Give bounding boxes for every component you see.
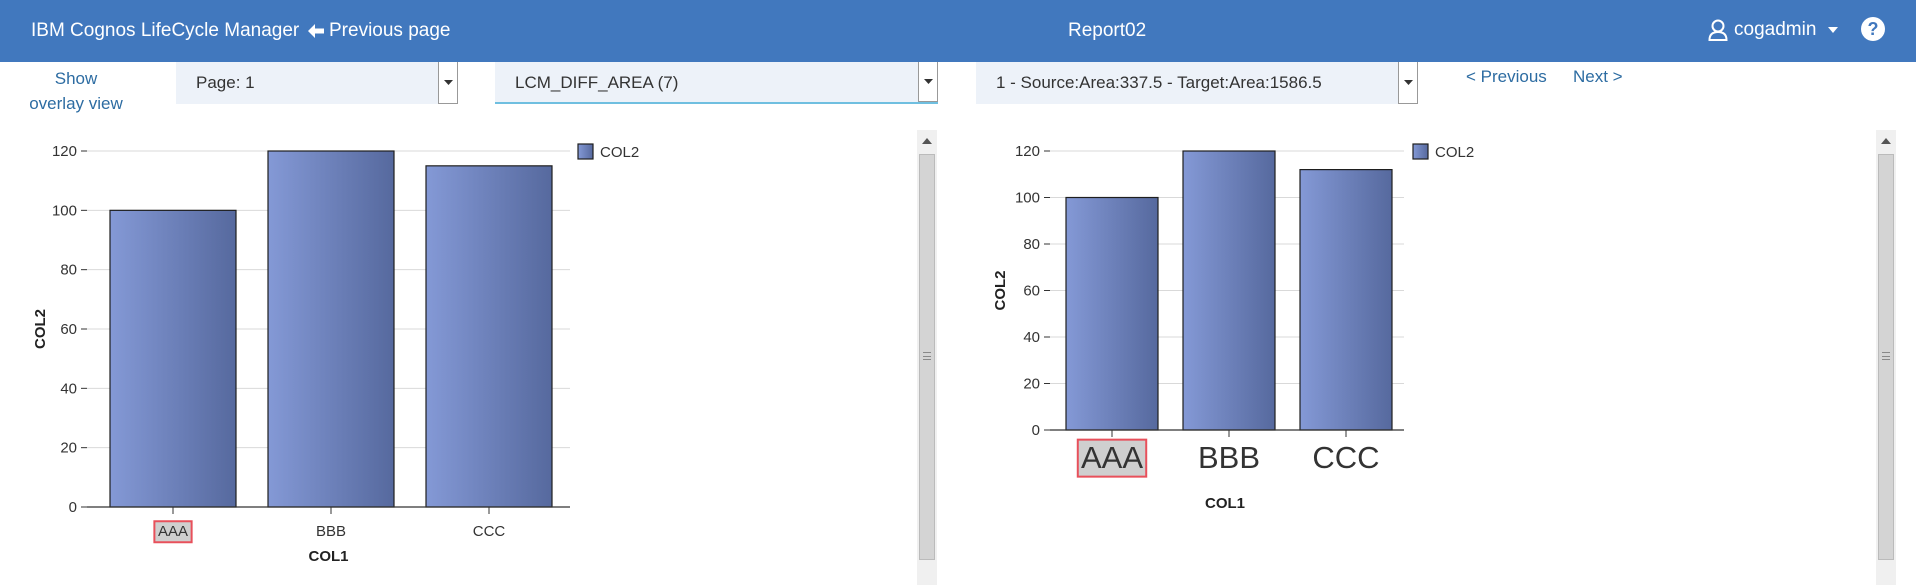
target-bar-chart: 0 20 40 60 80 100 120 AAA BBB CCC COL1 COL2 COL2 bbox=[992, 143, 1474, 512]
grip-icon bbox=[923, 352, 931, 360]
target-y-tick-label: 20 bbox=[1023, 376, 1040, 393]
target-y-tick-label: 60 bbox=[1023, 283, 1040, 300]
target-legend-swatch bbox=[1412, 143, 1429, 160]
target-bar-bbb bbox=[1182, 150, 1276, 431]
target-y-tick-label: 40 bbox=[1023, 329, 1040, 346]
target-x-tick-label: BBB bbox=[1198, 440, 1260, 475]
source-pane-scrollbar[interactable] bbox=[917, 130, 937, 585]
target-pane-scrollbar[interactable] bbox=[1876, 130, 1896, 585]
scrollbar-thumb[interactable] bbox=[919, 154, 935, 560]
target-x-tick-label: AAA bbox=[1081, 440, 1143, 475]
target-y-tick-label: 0 bbox=[1032, 422, 1040, 439]
target-bar-aaa bbox=[1065, 196, 1159, 431]
target-y-tick-label: 100 bbox=[1015, 190, 1040, 207]
target-bar-ccc bbox=[1299, 169, 1393, 431]
target-y-tick-label: 80 bbox=[1023, 236, 1040, 253]
scrollbar-thumb[interactable] bbox=[1878, 154, 1894, 560]
target-legend-label: COL2 bbox=[1435, 144, 1474, 161]
scroll-up-arrow-icon[interactable] bbox=[922, 138, 932, 144]
target-x-axis-title: COL1 bbox=[1205, 495, 1245, 512]
target-y-axis-title: COL2 bbox=[992, 270, 1009, 310]
grip-icon bbox=[1882, 352, 1890, 360]
target-x-tick-label: CCC bbox=[1312, 440, 1379, 475]
scroll-up-arrow-icon[interactable] bbox=[1881, 138, 1891, 144]
target-y-tick-label: 120 bbox=[1015, 143, 1040, 160]
